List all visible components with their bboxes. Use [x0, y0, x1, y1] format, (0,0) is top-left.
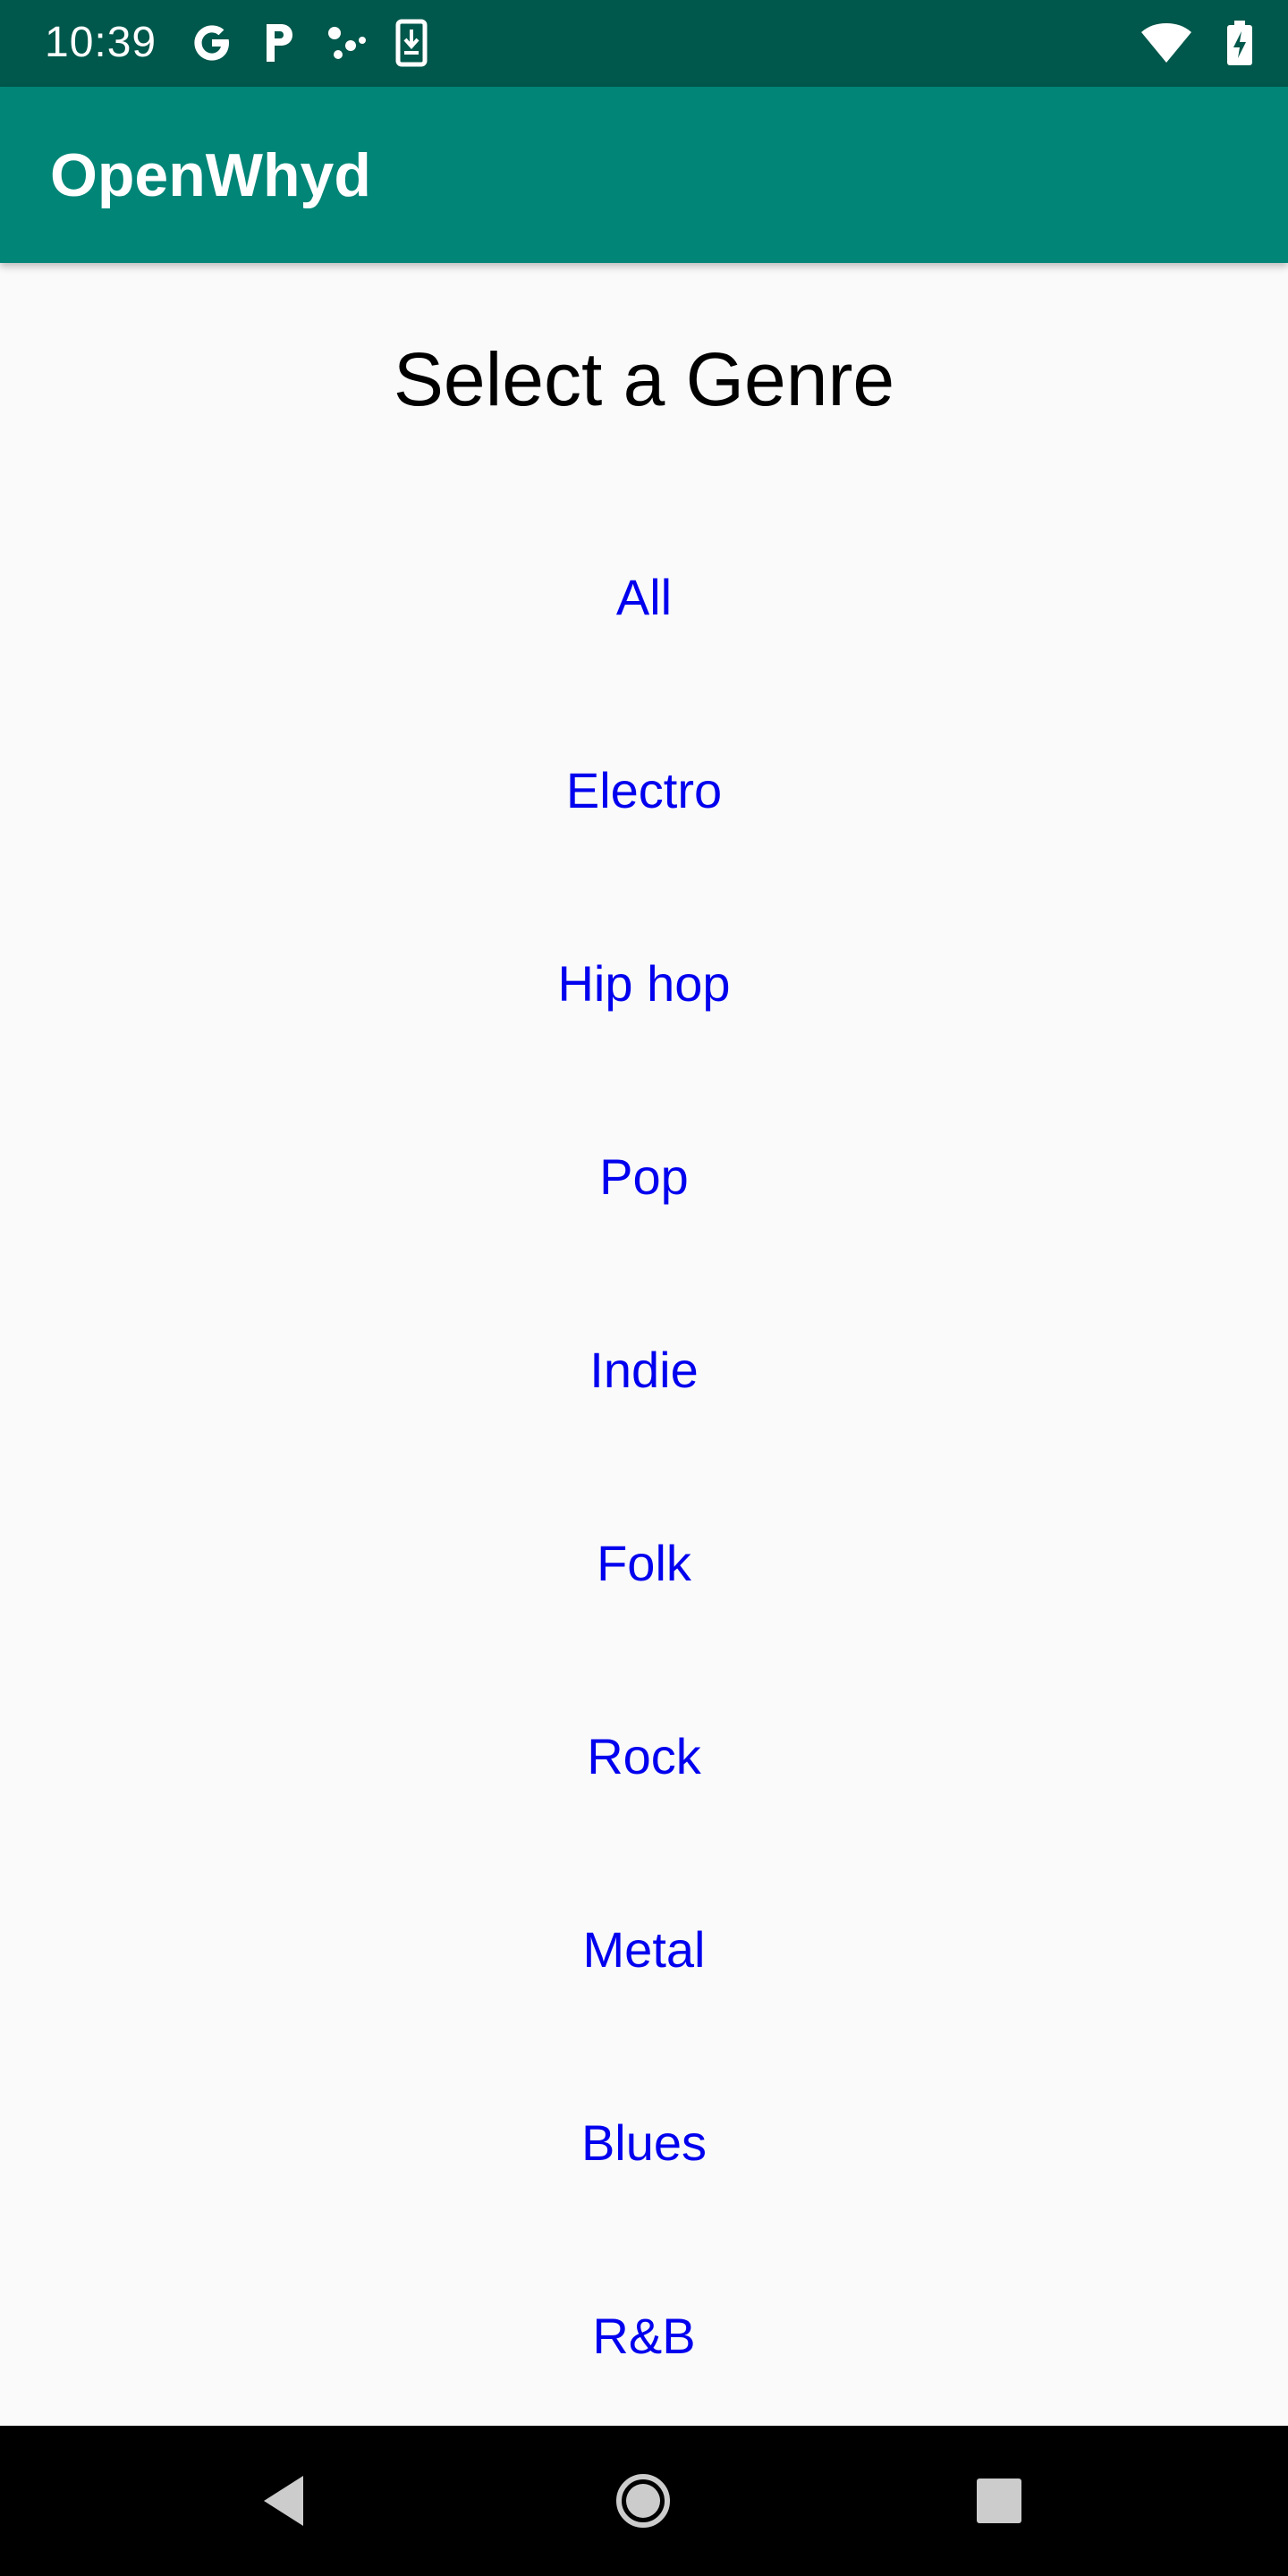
- status-system-icons: [1141, 20, 1252, 70]
- battery-charging-icon: [1227, 20, 1252, 70]
- back-button[interactable]: [239, 2456, 328, 2546]
- genre-link-metal[interactable]: Metal: [556, 1910, 733, 1990]
- genre-link-hip-hop[interactable]: Hip hop: [530, 944, 757, 1024]
- list-item: Rock: [0, 1660, 1288, 1853]
- genre-link-rock[interactable]: Rock: [560, 1716, 728, 1797]
- genre-link-all[interactable]: All: [589, 557, 699, 638]
- parking-icon: [261, 21, 297, 70]
- list-item: R&B: [0, 2240, 1288, 2426]
- page-title: Select a Genre: [393, 337, 895, 421]
- navigation-bar: [0, 2426, 1288, 2576]
- genre-link-indie[interactable]: Indie: [563, 1330, 724, 1411]
- download-icon: [395, 19, 428, 72]
- status-notification-icons: [190, 19, 428, 72]
- status-time: 10:39: [45, 19, 157, 66]
- genre-screen: Select a Genre All Electro Hip hop Pop I…: [0, 263, 1288, 2426]
- assistant-dots-icon: [324, 21, 369, 70]
- list-item: All: [0, 501, 1288, 694]
- app-title: OpenWhyd: [50, 141, 371, 209]
- app-bar: OpenWhyd: [0, 87, 1288, 263]
- genre-link-electro[interactable]: Electro: [539, 750, 749, 831]
- status-bar: 10:39: [0, 0, 1288, 87]
- list-item: Hip hop: [0, 887, 1288, 1080]
- genre-link-pop[interactable]: Pop: [572, 1137, 716, 1217]
- list-item: Pop: [0, 1080, 1288, 1274]
- genre-link-blues[interactable]: Blues: [555, 2103, 733, 2183]
- list-item: Indie: [0, 1274, 1288, 1467]
- list-item: Blues: [0, 2046, 1288, 2240]
- wifi-icon: [1141, 22, 1191, 67]
- list-item: Folk: [0, 1467, 1288, 1660]
- recents-icon: [977, 2479, 1021, 2523]
- genre-link-rnb[interactable]: R&B: [565, 2296, 722, 2377]
- list-item: Electro: [0, 694, 1288, 887]
- recents-button[interactable]: [954, 2456, 1044, 2546]
- genre-list: All Electro Hip hop Pop Indie Folk Rock …: [0, 501, 1288, 2426]
- list-item: Metal: [0, 1853, 1288, 2046]
- google-icon: [190, 21, 234, 70]
- back-icon: [264, 2476, 303, 2526]
- home-button[interactable]: [598, 2456, 688, 2546]
- genre-link-folk[interactable]: Folk: [570, 1523, 718, 1604]
- home-icon: [616, 2474, 670, 2528]
